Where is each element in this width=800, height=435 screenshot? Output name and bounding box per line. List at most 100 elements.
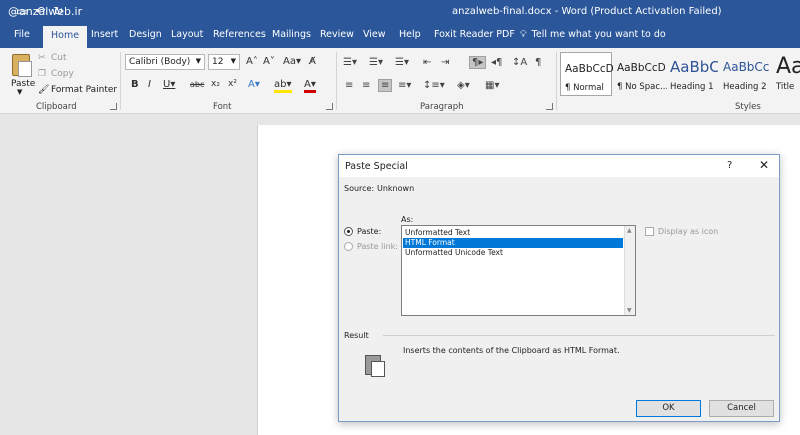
font-launcher-icon[interactable] [326,103,333,110]
tab-help[interactable]: Help [399,29,421,40]
save-icon[interactable]: ▭ [16,4,27,18]
ok-button[interactable]: OK [636,400,701,417]
increase-indent-icon[interactable]: ⇥ [441,57,449,68]
underline-icon[interactable]: U▾ [163,79,175,90]
style-sample: AaBbCc [723,60,770,74]
italic-icon[interactable]: I [148,79,151,90]
list-item-selected[interactable]: HTML Format [403,238,623,248]
format-listbox[interactable]: Unformatted Text HTML Format Unformatted… [401,225,636,316]
clipboard-sheet-shape [371,361,385,377]
superscript-icon[interactable]: x² [228,79,237,89]
cancel-button[interactable]: Cancel [709,400,774,417]
tab-layout[interactable]: Layout [171,29,203,40]
redo-icon[interactable]: ↻ [53,4,63,18]
tab-view[interactable]: View [363,29,386,40]
font-size-box[interactable]: 12 ▼ [208,54,240,70]
clipboard-launcher-icon[interactable] [110,103,117,110]
font-color-icon[interactable]: A▾ [304,79,316,93]
undo-icon[interactable]: ↶ [35,4,45,18]
highlight-icon[interactable]: ab▾ [274,79,292,93]
source-label: Source: [344,184,375,193]
tab-design[interactable]: Design [129,29,162,40]
clear-formatting-icon[interactable]: A̸ [309,56,316,67]
tab-file[interactable]: File [14,29,30,40]
align-center-icon[interactable]: ≡ [362,80,370,91]
tab-references[interactable]: References [213,29,266,40]
tab-home[interactable]: Home [43,26,88,48]
tab-foxit-reader-pdf[interactable]: Foxit Reader PDF [434,29,515,40]
paste-special-dialog: Paste Special ? ✕ Source: Unknown As: Pa… [338,154,780,422]
show-hide-marks-icon[interactable]: ¶ [535,57,541,68]
justify-icon[interactable]: ≡▾ [398,80,411,91]
rtl-direction-icon[interactable]: ◂¶ [491,57,502,68]
copy-button[interactable]: ❐ Copy [38,69,74,79]
chevron-down-icon: ▼ [230,57,236,65]
style-name: ¶ No Spac... [617,82,667,92]
display-as-icon-label[interactable]: Display as icon [658,227,718,236]
tab-insert[interactable]: Insert [91,29,118,40]
subscript-icon[interactable]: x₂ [211,79,220,89]
dialog-title: Paste Special [345,161,408,172]
paste-link-radio[interactable] [344,242,353,251]
paste-radio-label[interactable]: Paste: [357,227,381,236]
align-left-icon[interactable]: ≡ [345,80,353,91]
change-case-icon[interactable]: Aa▾ [283,56,301,67]
font-size-value: 12 [212,57,224,67]
paste-button[interactable]: Paste [11,79,35,89]
cut-button[interactable]: ✂ Cut [38,53,67,63]
paragraph-launcher-icon[interactable] [546,103,553,110]
style-sample: AaBbCcDc [565,63,613,75]
paste-link-radio-label[interactable]: Paste link: [357,242,398,251]
strikethrough-icon[interactable]: abc [190,80,204,89]
paste-dropdown-icon[interactable]: ▼ [17,88,22,96]
style-normal[interactable]: AaBbCcDc ¶ Normal [560,52,613,96]
list-item[interactable]: Unformatted Unicode Text [403,248,623,258]
font-group-label: Font [213,102,232,112]
font-family-box[interactable]: Calibri (Body) ▼ [125,54,205,70]
display-as-icon-checkbox[interactable] [645,227,654,236]
result-description: Inserts the contents of the Clipboard as… [403,346,620,355]
style-heading-2[interactable]: AaBbCc Heading 2 [719,52,771,96]
paste-radio[interactable] [344,227,353,236]
numbering-icon[interactable]: ☰▾ [369,57,383,68]
divider [336,52,337,110]
paste-icon[interactable] [12,54,32,77]
listbox-scrollbar[interactable]: ▲ ▼ [624,226,635,315]
style-no-spacing[interactable]: AaBbCcDc ¶ No Spac... [613,52,667,96]
scroll-down-icon[interactable]: ▼ [627,307,632,314]
ribbon: Paste ▼ ✂ Cut ❐ Copy 🖌︎ Format Painter Clip… [0,48,800,114]
style-name: Heading 1 [670,82,714,92]
scroll-up-icon[interactable]: ▲ [627,227,632,234]
tab-mailings[interactable]: Mailings [272,29,311,40]
style-name: Heading 2 [723,82,767,92]
bold-icon[interactable]: B [131,79,139,90]
paragraph-group-label: Paragraph [420,102,464,112]
close-icon[interactable]: ✕ [759,158,769,172]
multilevel-list-icon[interactable]: ☰▾ [395,57,409,68]
sort-icon[interactable]: ↕A [512,57,527,68]
style-heading-1[interactable]: AaBbC Heading 1 [666,52,718,96]
tell-me-box[interactable]: 💡︎ Tell me what you want to do [520,29,666,40]
window-title: anzalweb-final.docx - Word (Product Acti… [452,6,722,17]
list-item[interactable]: Unformatted Text [403,228,623,238]
help-icon[interactable]: ? [727,160,732,171]
shading-icon[interactable]: ◈▾ [457,80,470,91]
style-name: Title [776,82,795,92]
as-label: As: [401,215,414,224]
style-title[interactable]: Aa Title [772,52,800,96]
shrink-font-icon[interactable]: A˅ [263,56,275,67]
borders-icon[interactable]: ▦▾ [485,80,499,91]
ltr-direction-icon[interactable]: ¶▸ [469,56,487,69]
align-right-icon[interactable]: ≡ [378,79,393,92]
chevron-down-icon: ▼ [195,57,201,65]
divider [383,335,775,336]
text-effects-icon[interactable]: A▾ [248,79,260,90]
decrease-indent-icon[interactable]: ⇤ [423,57,431,68]
source-value: Unknown [377,184,415,193]
tab-review[interactable]: Review [320,29,354,40]
bullets-icon[interactable]: ☰▾ [343,57,357,68]
line-spacing-icon[interactable]: ↕≡▾ [423,80,445,91]
format-painter-button[interactable]: 🖌︎ Format Painter [38,85,117,95]
grow-font-icon[interactable]: A˄ [246,56,258,67]
copy-label: Copy [51,69,74,79]
